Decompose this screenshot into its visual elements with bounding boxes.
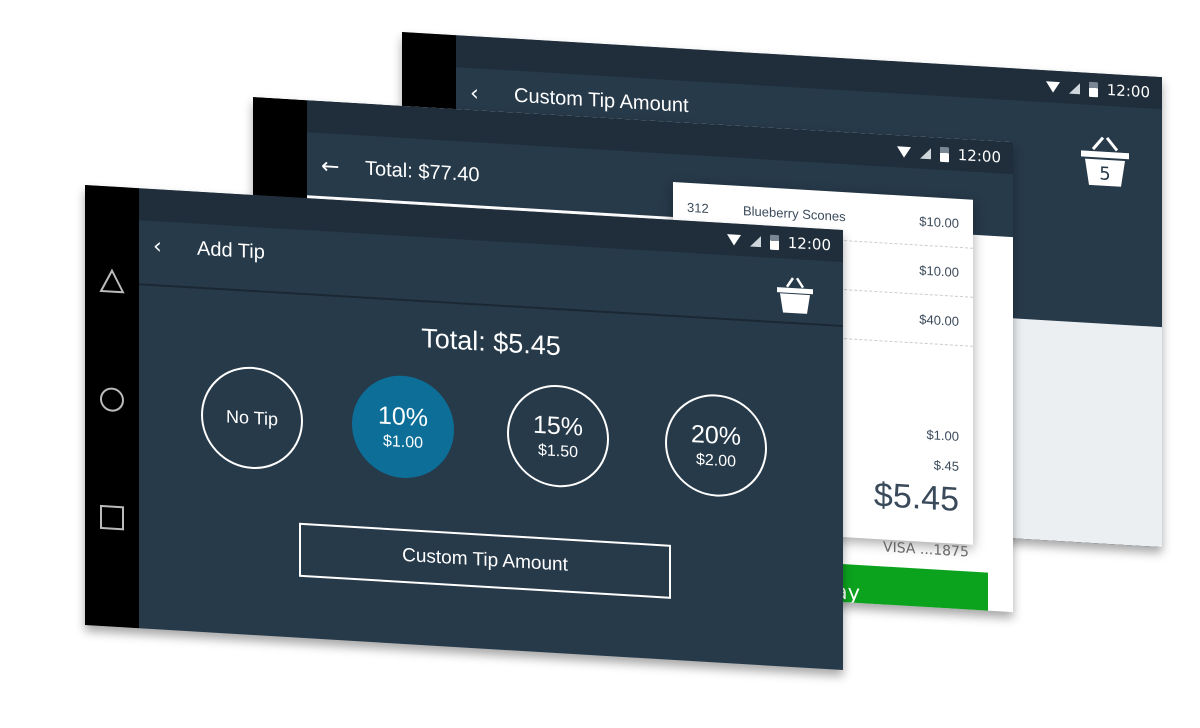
cart-icon[interactable]: 5 (1077, 132, 1133, 191)
tip-option-10[interactable]: 10% $1.00 (352, 372, 454, 481)
signal-icon (919, 147, 931, 159)
nav-home-icon[interactable] (99, 386, 125, 414)
item-price: $10.00 (919, 213, 959, 231)
wifi-icon (1045, 80, 1060, 93)
status-time: 12:00 (957, 145, 1001, 167)
nav-recents-icon[interactable] (99, 504, 125, 532)
item-price: $10.00 (919, 262, 959, 280)
tip-percent: 10% (377, 400, 429, 432)
item-name: Blueberry Scones (743, 202, 846, 224)
custom-tip-button[interactable]: Custom Tip Amount (299, 522, 671, 599)
tip-option-none[interactable]: No Tip (201, 363, 303, 472)
battery-icon (939, 146, 949, 162)
tax-amount: $.45 (933, 457, 959, 474)
signal-icon (1068, 82, 1080, 94)
cart-icon[interactable] (775, 274, 815, 316)
tip-amount: $1.50 (537, 441, 579, 461)
signal-icon (749, 234, 761, 247)
back-button[interactable]: ‹ (470, 81, 500, 108)
nav-bar (85, 185, 139, 629)
tip-percent: 15% (532, 410, 584, 442)
item-qty: 312 (687, 199, 709, 216)
tip-amount: $1.00 (382, 432, 424, 452)
tip-amount: $1.00 (926, 427, 959, 444)
nav-back-icon[interactable] (99, 268, 125, 296)
tip-amount: $2.00 (695, 450, 737, 471)
status-time: 12:00 (1106, 80, 1150, 102)
cart-count: 5 (1099, 163, 1110, 185)
order-total-title: Total: $77.40 (365, 157, 480, 186)
stage: 12:00 ‹ Custom Tip Amount 5 - . ✕ ✔ 12:0… (0, 0, 1200, 728)
tip-label: No Tip (225, 405, 279, 429)
battery-icon (1088, 81, 1098, 97)
item-price: $40.00 (919, 311, 959, 329)
tip-percent: 20% (690, 419, 742, 451)
wifi-icon (896, 145, 911, 158)
add-tip-screen: 12:00 ‹ Add Tip Total: $5.45 No Tip 10% … (85, 185, 843, 671)
page-title: Add Tip (197, 237, 265, 264)
back-button[interactable]: ‹ (153, 234, 183, 261)
grand-total: $5.45 (873, 475, 959, 519)
wifi-icon (726, 233, 741, 246)
page-title: Custom Tip Amount (514, 84, 689, 117)
back-arrow-icon[interactable]: ← (321, 154, 351, 181)
status-time: 12:00 (787, 233, 831, 255)
tip-option-20[interactable]: 20% $2.00 (665, 391, 767, 500)
battery-icon (769, 234, 779, 250)
tip-option-15[interactable]: 15% $1.50 (507, 382, 609, 491)
